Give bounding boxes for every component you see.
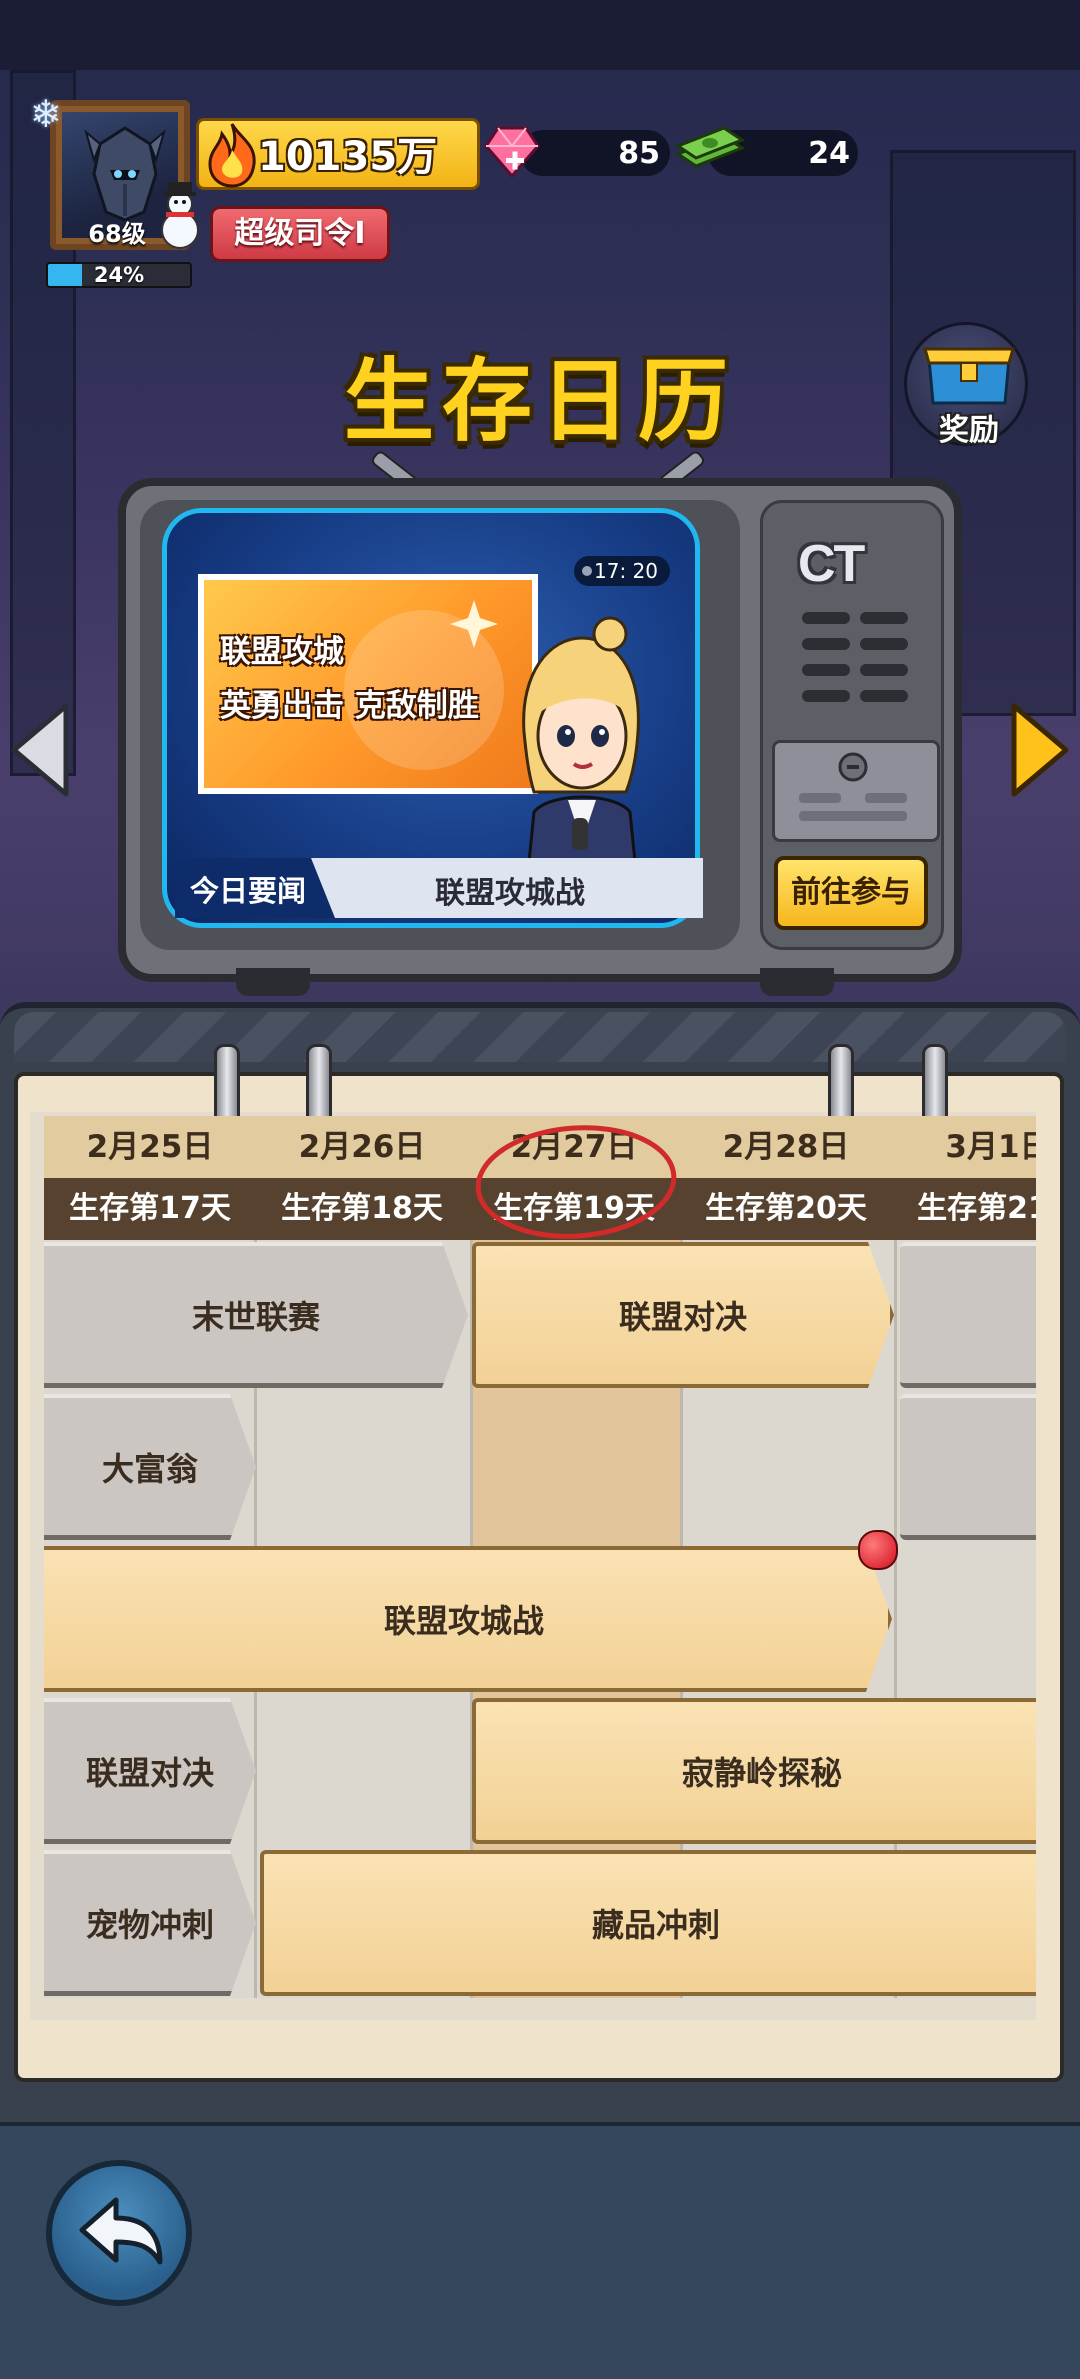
speaker-vent [860, 664, 908, 676]
event-label: 藏品冲刺 [591, 1906, 720, 1944]
event-bar-active[interactable]: 藏品冲刺 [260, 1850, 1036, 1996]
prev-arrow-icon[interactable] [6, 700, 76, 800]
next-arrow-icon[interactable] [1004, 700, 1074, 800]
date-label: 2月26日 [298, 1129, 426, 1165]
news-tag: 今日要闻 [190, 874, 307, 908]
treasure-chest-icon [923, 347, 1015, 405]
speaker-vent [802, 612, 850, 624]
top-status-band [0, 0, 1080, 70]
news-headline: 联盟攻城战 [435, 876, 585, 911]
event-bar[interactable]: 大富翁 [44, 1394, 256, 1540]
clock-dot-icon [582, 566, 592, 576]
speaker-vent [860, 612, 908, 624]
go-participate-button[interactable]: 前往参与 [774, 856, 928, 930]
exp-percent: 24% [93, 263, 145, 287]
date-label: 2月28日 [722, 1129, 850, 1165]
snowflake-icon: ❄ [30, 92, 62, 136]
tv-knob-panel [772, 740, 940, 842]
calendar-hazard-stripe [14, 1012, 1066, 1062]
speaker-vent [860, 690, 908, 702]
event-label: 寂静岭探秘 [681, 1754, 842, 1792]
tv-brand-logo: CT [798, 535, 865, 593]
event-grid: 末世联赛 联盟对决 大富翁 联盟攻城战 联盟对决 寂静岭探秘 宠物冲刺 藏品冲刺 [44, 1240, 1036, 1998]
news-subtitle: 英勇出击 克敌制胜 [220, 688, 479, 724]
event-label: 联盟对决 [618, 1298, 747, 1336]
power-value: 10135万 [258, 134, 438, 180]
player-level: 68级 [88, 220, 146, 248]
survival-day-label: 生存第18天 [281, 1191, 443, 1226]
flame-icon [208, 123, 256, 188]
survival-day-label: 生存第20天 [705, 1191, 867, 1226]
event-label: 联盟对决 [85, 1753, 214, 1792]
news-anchor-avatar [522, 616, 640, 872]
back-button[interactable] [46, 2160, 192, 2306]
event-bar[interactable]: 联盟对决 [44, 1698, 256, 1844]
news-title: 联盟攻城 [220, 634, 344, 670]
event-bar[interactable] [900, 1394, 1036, 1540]
speaker-vent [802, 638, 850, 650]
event-label: 末世联赛 [191, 1297, 320, 1336]
cash-stack-icon [674, 126, 746, 168]
gem-plus-icon[interactable] [484, 122, 540, 180]
event-bar[interactable]: 宠物冲刺 [44, 1850, 256, 1996]
speaker-vent [802, 690, 850, 702]
tv-knob-icon [799, 752, 907, 821]
date-label: 3月1日 [945, 1129, 1036, 1165]
event-bar-active[interactable]: 联盟对决 [472, 1242, 894, 1388]
speaker-vent [802, 664, 850, 676]
event-label: 大富翁 [101, 1449, 198, 1488]
survival-day-label: 生存第17天 [69, 1191, 231, 1226]
date-label: 2月25日 [86, 1129, 214, 1165]
event-bar[interactable]: 末世联赛 [44, 1242, 468, 1388]
survival-day-label: 生存第21天 [917, 1191, 1036, 1226]
today-circle-marker [475, 1125, 677, 1239]
event-bar[interactable] [900, 1242, 1036, 1388]
rank-badge[interactable]: 超级司令Ⅰ [210, 206, 390, 262]
tv-foot-left [236, 968, 310, 996]
gem-count: 85 [618, 136, 660, 171]
reward-button[interactable]: 奖励 [904, 322, 1028, 448]
event-label: 宠物冲刺 [85, 1905, 214, 1944]
cash-count: 24 [808, 136, 850, 171]
event-bar-active[interactable]: 寂静岭探秘 [472, 1698, 1036, 1844]
event-bar-active[interactable]: 联盟攻城战 [44, 1546, 892, 1692]
back-arrow-icon [79, 2197, 163, 2265]
event-label: 联盟攻城战 [383, 1602, 544, 1640]
tv-foot-right [760, 968, 834, 996]
speaker-vent [860, 638, 908, 650]
reward-label: 奖励 [939, 413, 999, 448]
current-time-marker [858, 1530, 898, 1570]
